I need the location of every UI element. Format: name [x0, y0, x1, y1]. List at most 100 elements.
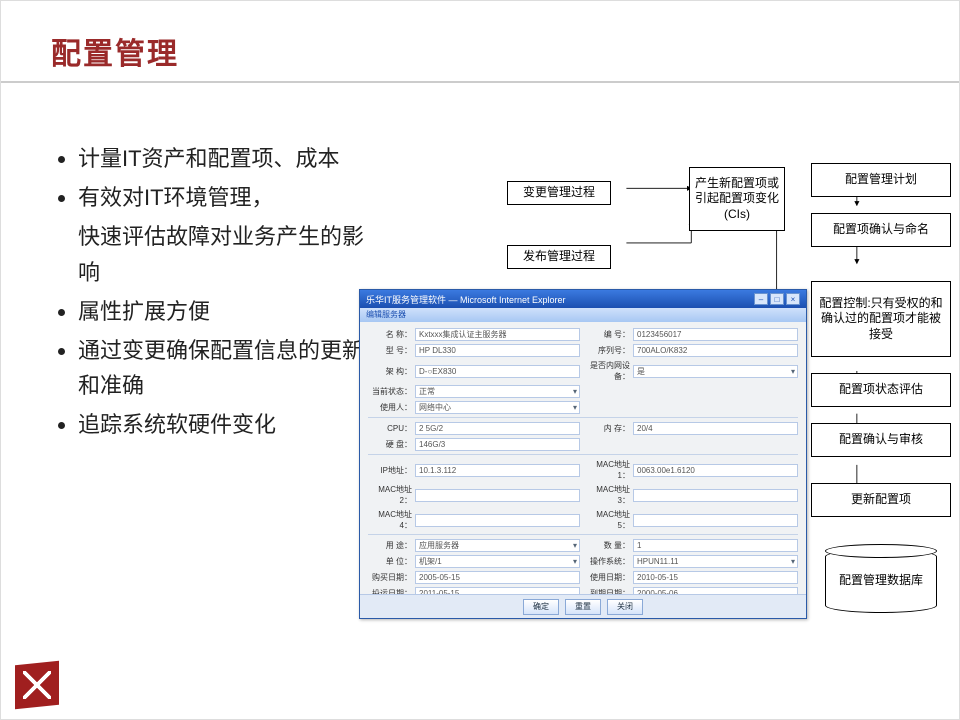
form-row: 当前状态：正常 — [368, 385, 798, 398]
form-cell: 单 位：机架/1 — [368, 555, 580, 568]
text-field[interactable]: D-○EX830 — [415, 365, 580, 378]
text-field[interactable]: 2 5G/2 — [415, 422, 580, 435]
form-row: 购买日期：2005-05-15 使用日期：2010-05-15 — [368, 571, 798, 584]
reset-button[interactable]: 重置 — [565, 599, 601, 615]
form-cell: 序列号：700ALO/K832 — [586, 344, 798, 357]
select-field[interactable]: 是 — [633, 365, 798, 378]
divider — [368, 417, 798, 418]
form-cell: 型 号：HP DL330 — [368, 344, 580, 357]
field-label: MAC地址5： — [586, 509, 630, 531]
ok-button[interactable]: 确定 — [523, 599, 559, 615]
field-label: MAC地址1： — [586, 459, 630, 481]
form-row: 使用人：网络中心 — [368, 401, 798, 414]
window-titlebar: 乐华IT服务管理软件 — Microsoft Internet Explorer… — [360, 290, 806, 308]
form-cell: 使用人：网络中心 — [368, 401, 580, 414]
flow-box-r4: 配置项状态评估 — [811, 373, 951, 407]
select-field[interactable]: HPUN11.11 — [633, 555, 798, 568]
form-row: CPU：2 5G/2 内 存：20/4 — [368, 422, 798, 435]
form-cell: 架 构：D-○EX830 — [368, 360, 580, 382]
form-cell: MAC地址1：0063.00e1.6120 — [586, 459, 798, 481]
bullet-item: 追踪系统软硬件变化 — [78, 407, 366, 442]
title-underline — [1, 81, 959, 83]
form-cell: 使用日期：2010-05-15 — [586, 571, 798, 584]
flow-box-change: 变更管理过程 — [507, 181, 611, 205]
minimize-icon[interactable]: – — [754, 293, 768, 305]
form-cell: IP地址：10.1.3.112 — [368, 459, 580, 481]
text-field[interactable]: 1 — [633, 539, 798, 552]
page-title: 配置管理 — [1, 1, 959, 73]
form-row: 架 构：D-○EX830 是否内网设备：是 — [368, 360, 798, 382]
divider — [368, 454, 798, 455]
field-label: 架 构： — [368, 366, 412, 377]
form-cell: 是否内网设备：是 — [586, 360, 798, 382]
field-label: 数 量： — [586, 540, 630, 551]
form-cell: CPU：2 5G/2 — [368, 422, 580, 435]
text-field[interactable]: Kxtxxx集成认证主服务器 — [415, 328, 580, 341]
field-label: 单 位： — [368, 556, 412, 567]
close-button[interactable]: 关闭 — [607, 599, 643, 615]
brand-logo — [15, 661, 59, 710]
field-label: CPU： — [368, 423, 412, 434]
select-field[interactable]: 机架/1 — [415, 555, 580, 568]
maximize-icon[interactable]: □ — [770, 293, 784, 305]
select-field[interactable]: 正常 — [415, 385, 580, 398]
text-field[interactable]: 700ALO/K832 — [633, 344, 798, 357]
form-cell: 数 量：1 — [586, 539, 798, 552]
app-window: 乐华IT服务管理软件 — Microsoft Internet Explorer… — [359, 289, 807, 619]
field-label: 编 号： — [586, 329, 630, 340]
text-field[interactable]: 10.1.3.112 — [415, 464, 580, 477]
form-cell: MAC地址3： — [586, 484, 798, 506]
bullet-item: 通过变更确保配置信息的更新和准确 — [78, 333, 366, 403]
text-field[interactable] — [415, 489, 580, 502]
flow-db: 配置管理数据库 — [825, 549, 937, 613]
form-row: MAC地址2：MAC地址3： — [368, 484, 798, 506]
bullet-item: 计量IT资产和配置项、成本 — [78, 141, 366, 176]
text-field[interactable]: 2010-05-15 — [633, 571, 798, 584]
field-label: 使用日期： — [586, 572, 630, 583]
window-controls: – □ × — [754, 293, 800, 305]
select-field[interactable]: 应用服务器 — [415, 539, 580, 552]
flow-box-r3: 配置控制:只有受权的和确认过的配置项才能被接受 — [811, 281, 951, 357]
window-footer: 确定 重置 关闭 — [360, 594, 806, 618]
form-cell: MAC地址5： — [586, 509, 798, 531]
select-field[interactable]: 网络中心 — [415, 401, 580, 414]
flow-box-r5: 配置确认与审核 — [811, 423, 951, 457]
window-subtitle: 编辑服务器 — [360, 308, 806, 322]
field-label: 使用人： — [368, 402, 412, 413]
field-label: 硬 盘： — [368, 439, 412, 450]
field-label: MAC地址3： — [586, 484, 630, 506]
text-field[interactable]: 0123456017 — [633, 328, 798, 341]
text-field[interactable]: 2005-05-15 — [415, 571, 580, 584]
close-icon[interactable]: × — [786, 293, 800, 305]
text-field[interactable]: 146G/3 — [415, 438, 580, 451]
form-cell: 操作系统：HPUN11.11 — [586, 555, 798, 568]
field-label: 是否内网设备： — [586, 360, 630, 382]
text-field[interactable]: 20/4 — [633, 422, 798, 435]
form-row: 用 途：应用服务器数 量：1 — [368, 539, 798, 552]
field-label: 名 称： — [368, 329, 412, 340]
form-cell: 硬 盘：146G/3 — [368, 438, 580, 451]
field-label: 型 号： — [368, 345, 412, 356]
bullet-item: 属性扩展方便 — [78, 294, 366, 329]
text-field[interactable]: 0063.00e1.6120 — [633, 464, 798, 477]
text-field[interactable] — [633, 514, 798, 527]
form-cell: 内 存：20/4 — [586, 422, 798, 435]
bullet-item: 快速评估故障对业务产生的影响 — [78, 219, 366, 289]
form-cell — [586, 401, 798, 414]
bullet-list: 计量IT资产和配置项、成本 有效对IT环境管理， 快速评估故障对业务产生的影响 … — [56, 141, 366, 447]
text-field[interactable] — [633, 489, 798, 502]
field-label: 用 途： — [368, 540, 412, 551]
divider — [368, 534, 798, 535]
field-label: 购买日期： — [368, 572, 412, 583]
field-label: 内 存： — [586, 423, 630, 434]
text-field[interactable] — [415, 514, 580, 527]
form-cell: 编 号：0123456017 — [586, 328, 798, 341]
form-cell: MAC地址4： — [368, 509, 580, 531]
form-row: 单 位：机架/1 操作系统：HPUN11.11 — [368, 555, 798, 568]
field-label: MAC地址4： — [368, 509, 412, 531]
form-cell — [586, 385, 798, 398]
text-field[interactable]: HP DL330 — [415, 344, 580, 357]
window-title: 乐华IT服务管理软件 — Microsoft Internet Explorer — [366, 293, 566, 306]
field-label: 序列号： — [586, 345, 630, 356]
field-label: 当前状态： — [368, 386, 412, 397]
